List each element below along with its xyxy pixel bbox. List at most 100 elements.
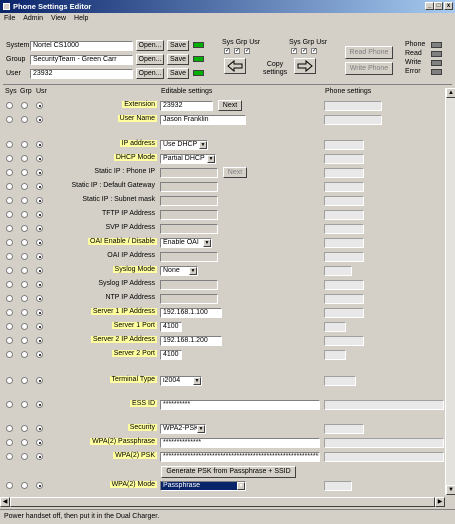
server-2-ip-address-input[interactable]: 192.168.1.200 [160,336,222,346]
copy-to-sys-checkbox[interactable]: ✓ [291,48,297,54]
server-1-port-input[interactable]: 4100 [160,322,182,332]
oai-enable-disable-dropdown[interactable]: Enable OAI ▼ [160,238,212,248]
static-ip-subnet-mask-usr-radio[interactable] [36,197,43,204]
static-ip-phone-ip-input[interactable] [160,168,218,178]
ess-id-grp-radio[interactable] [21,401,28,408]
tftp-ip-address-sys-radio[interactable] [6,211,13,218]
close-button[interactable]: x [444,2,453,10]
menu-file[interactable]: File [4,15,15,22]
scroll-right-icon[interactable]: ▶ [435,497,445,507]
extension-usr-radio[interactable] [36,102,43,109]
scroll-thumb[interactable] [10,497,435,507]
security-usr-radio[interactable] [36,425,43,432]
server-2-ip-address-grp-radio[interactable] [21,337,28,344]
syslog-mode-grp-radio[interactable] [21,267,28,274]
server-2-port-input[interactable]: 4100 [160,350,182,360]
maximize-button[interactable]: □ [434,2,443,10]
user-save-button[interactable]: Save [167,68,189,79]
server-2-ip-address-sys-radio[interactable] [6,337,13,344]
svp-ip-address-sys-radio[interactable] [6,225,13,232]
terminal-type-grp-radio[interactable] [21,377,28,384]
ip-address-sys-radio[interactable] [6,141,13,148]
server-1-ip-address-sys-radio[interactable] [6,309,13,316]
minimize-button[interactable]: _ [425,2,434,10]
scroll-down-icon[interactable]: ▼ [446,485,455,495]
syslog-mode-sys-radio[interactable] [6,267,13,274]
server-2-port-grp-radio[interactable] [21,351,28,358]
wpa-2-mode-grp-radio[interactable] [21,482,28,489]
ntp-ip-address-usr-radio[interactable] [36,295,43,302]
dropdown-arrow-icon[interactable]: ▼ [203,239,211,247]
syslog-ip-address-grp-radio[interactable] [21,281,28,288]
syslog-ip-address-input[interactable] [160,280,218,290]
user-name-usr-radio[interactable] [36,116,43,123]
tftp-ip-address-input[interactable] [160,210,218,220]
syslog-ip-address-sys-radio[interactable] [6,281,13,288]
extension-next-button[interactable]: Next [218,100,242,111]
oai-ip-address-input[interactable] [160,252,218,262]
static-ip-default-gateway-sys-radio[interactable] [6,183,13,190]
security-grp-radio[interactable] [21,425,28,432]
wpa-2-psk-input[interactable]: ****************************************… [160,452,320,462]
server-1-ip-address-grp-radio[interactable] [21,309,28,316]
ntp-ip-address-sys-radio[interactable] [6,295,13,302]
static-ip-phone-ip-next-button[interactable]: Next [223,167,247,178]
menu-help[interactable]: Help [74,15,88,22]
wpa-2-passphrase-grp-radio[interactable] [21,439,28,446]
generate-psk-button[interactable]: Generate PSK from Passphrase + SSID [161,466,296,478]
server-2-port-sys-radio[interactable] [6,351,13,358]
dropdown-arrow-icon[interactable]: ▼ [207,155,215,163]
group-save-button[interactable]: Save [167,54,189,65]
dropdown-arrow-icon[interactable]: ▼ [189,267,197,275]
server-1-port-usr-radio[interactable] [36,323,43,330]
menu-view[interactable]: View [51,15,66,22]
dhcp-mode-usr-radio[interactable] [36,155,43,162]
copy-to-usr-checkbox[interactable]: ✓ [311,48,317,54]
dropdown-arrow-icon[interactable]: ▼ [199,141,207,149]
server-2-port-usr-radio[interactable] [36,351,43,358]
terminal-type-dropdown[interactable]: i2004 ▼ [160,376,202,386]
static-ip-subnet-mask-grp-radio[interactable] [21,197,28,204]
oai-ip-address-grp-radio[interactable] [21,253,28,260]
server-1-ip-address-usr-radio[interactable] [36,309,43,316]
dropdown-arrow-icon[interactable]: ▼ [197,425,205,433]
oai-enable-disable-sys-radio[interactable] [6,239,13,246]
dropdown-arrow-icon[interactable]: ▼ [193,377,201,385]
svp-ip-address-usr-radio[interactable] [36,225,43,232]
oai-ip-address-usr-radio[interactable] [36,253,43,260]
oai-ip-address-sys-radio[interactable] [6,253,13,260]
extension-input[interactable]: 23932 [160,101,213,111]
ip-address-usr-radio[interactable] [36,141,43,148]
security-sys-radio[interactable] [6,425,13,432]
system-input[interactable]: Nortel CS1000 [30,41,133,51]
oai-enable-disable-usr-radio[interactable] [36,239,43,246]
copy-from-grp-checkbox[interactable]: ✓ [234,48,240,54]
ip-address-grp-radio[interactable] [21,141,28,148]
static-ip-default-gateway-grp-radio[interactable] [21,183,28,190]
svp-ip-address-grp-radio[interactable] [21,225,28,232]
syslog-ip-address-usr-radio[interactable] [36,281,43,288]
user-name-sys-radio[interactable] [6,116,13,123]
wpa-2-psk-usr-radio[interactable] [36,453,43,460]
tftp-ip-address-grp-radio[interactable] [21,211,28,218]
copy-from-usr-checkbox[interactable]: ✓ [244,48,250,54]
copy-to-grp-checkbox[interactable]: ✓ [301,48,307,54]
wpa-2-passphrase-usr-radio[interactable] [36,439,43,446]
wpa-2-mode-usr-radio[interactable] [36,482,43,489]
security-dropdown[interactable]: WPA2-PSK ▼ [160,424,206,434]
static-ip-subnet-mask-input[interactable] [160,196,218,206]
static-ip-default-gateway-input[interactable] [160,182,218,192]
terminal-type-usr-radio[interactable] [36,377,43,384]
static-ip-subnet-mask-sys-radio[interactable] [6,197,13,204]
read-phone-button[interactable]: Read Phone [345,46,393,59]
server-2-ip-address-usr-radio[interactable] [36,337,43,344]
system-open-button[interactable]: Open... [136,40,164,51]
vertical-scrollbar[interactable]: ▲ ▼ [445,88,455,495]
wpa-2-psk-grp-radio[interactable] [21,453,28,460]
system-save-button[interactable]: Save [167,40,189,51]
wpa-2-psk-sys-radio[interactable] [6,453,13,460]
extension-sys-radio[interactable] [6,102,13,109]
ip-address-dropdown[interactable]: Use DHCP ▼ [160,140,208,150]
copy-from-sys-checkbox[interactable]: ✓ [224,48,230,54]
static-ip-phone-ip-sys-radio[interactable] [6,169,13,176]
